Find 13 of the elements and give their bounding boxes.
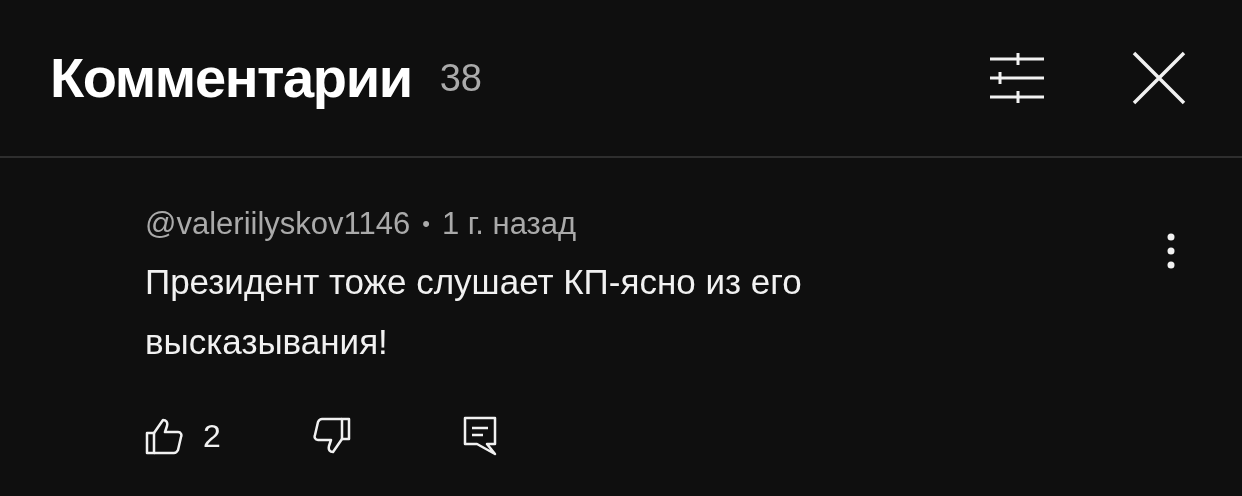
like-count: 2 [203, 417, 221, 456]
comment-count: 38 [439, 55, 482, 101]
thumbs-up-icon[interactable] [145, 417, 183, 455]
separator-dot: • [422, 210, 430, 238]
close-icon[interactable] [1132, 51, 1186, 105]
more-icon[interactable] [1166, 233, 1176, 269]
panel-title: Комментарии [50, 45, 412, 111]
thumbs-down-icon[interactable] [312, 417, 351, 455]
reply-icon[interactable] [462, 416, 497, 456]
filter-icon[interactable] [988, 53, 1044, 103]
comment-time: 1 г. назад [441, 205, 577, 243]
comment-author[interactable]: @valeriilyskov1146 [145, 204, 411, 244]
comment-text: Президент тоже слушает КП-ясно из его высказывания! [145, 261, 803, 363]
